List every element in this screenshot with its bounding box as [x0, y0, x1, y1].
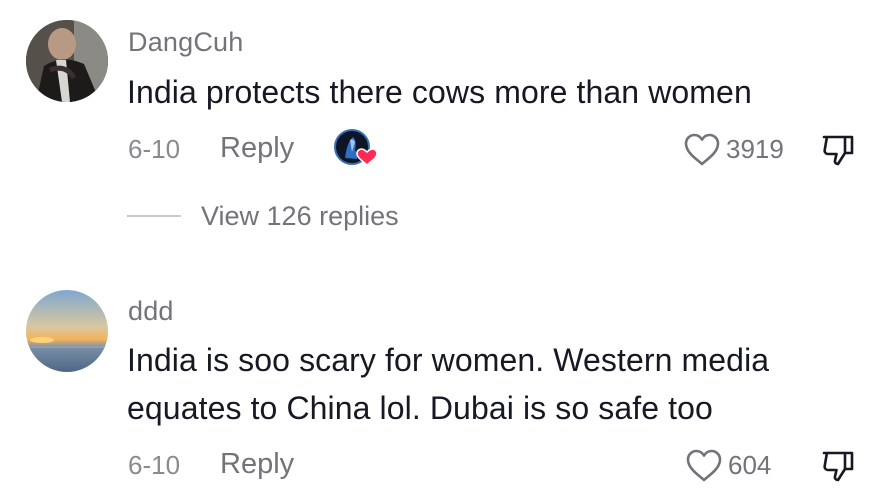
comment-date: 6-10 — [128, 134, 181, 164]
like-button[interactable]: 604 — [684, 445, 771, 485]
thumbs-down-icon — [822, 451, 854, 482]
avatar[interactable] — [26, 290, 108, 372]
avatar-image — [26, 290, 108, 372]
comment-text: India protects there cows more than wome… — [127, 74, 752, 110]
comment-item: ddd India is soo scary for women. Wester… — [0, 270, 890, 500]
like-button[interactable]: 3919 — [682, 129, 784, 169]
replies-divider — [127, 215, 181, 217]
thumbs-down-icon — [822, 135, 854, 166]
view-replies-label: View 126 replies — [201, 200, 399, 231]
dislike-button[interactable] — [820, 447, 856, 483]
like-count: 3919 — [726, 133, 784, 164]
comment-username[interactable]: ddd — [128, 296, 174, 327]
view-replies-link[interactable]: View 126 replies — [127, 198, 399, 234]
comment-item: DangCuh India protects there cows more t… — [0, 0, 890, 270]
creator-heart-icon — [334, 129, 377, 167]
creator-liked-badge — [333, 128, 377, 168]
heart-outline-icon — [686, 449, 722, 482]
comment-text: India is soo scary for women. Western me… — [127, 342, 770, 426]
heart-outline-icon — [684, 133, 720, 166]
reply-button[interactable]: Reply — [220, 448, 294, 481]
comment-username[interactable]: DangCuh — [128, 27, 243, 58]
like-count: 604 — [728, 449, 772, 480]
avatar-image — [26, 20, 108, 102]
avatar[interactable] — [26, 20, 108, 102]
comment-date: 6-10 — [128, 450, 181, 480]
dislike-button[interactable] — [820, 131, 856, 167]
reply-button[interactable]: Reply — [220, 132, 294, 165]
